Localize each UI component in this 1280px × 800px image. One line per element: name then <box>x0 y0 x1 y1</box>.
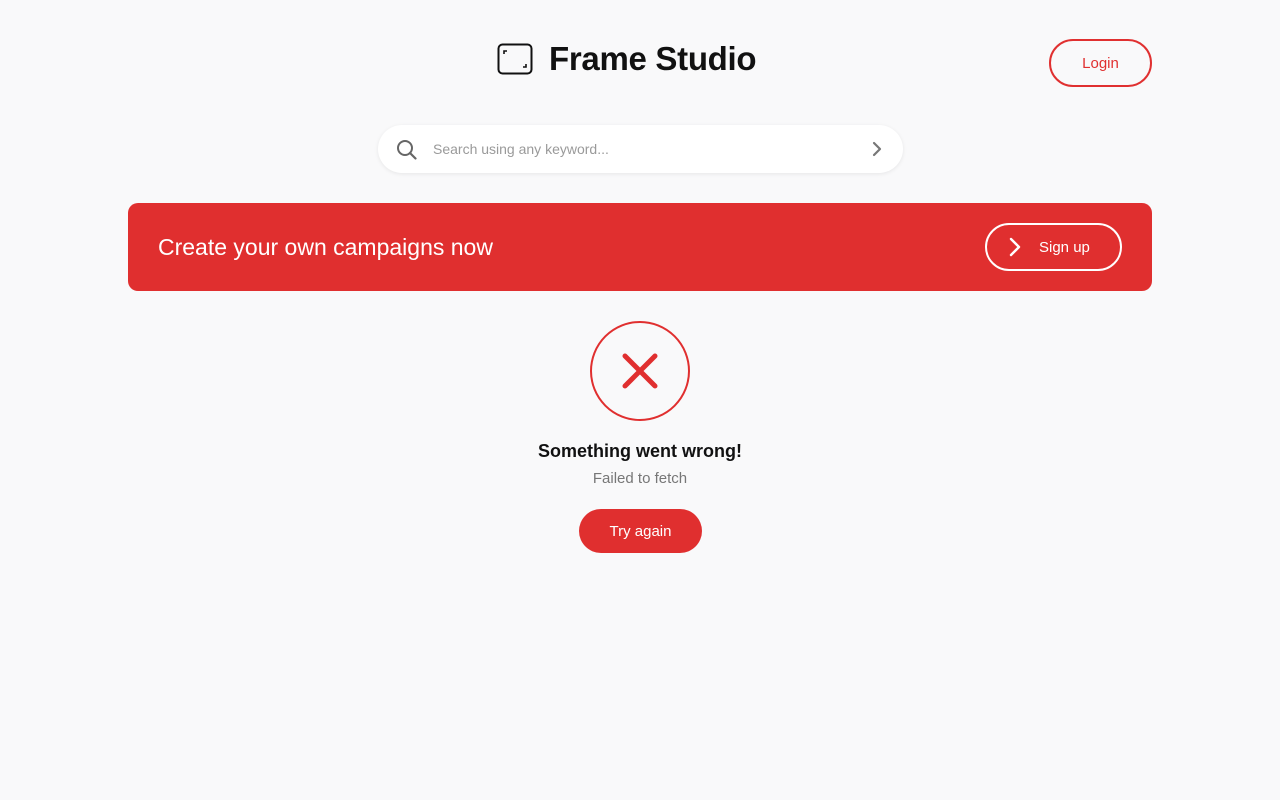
search-icon <box>397 140 417 160</box>
chevron-right-icon <box>1009 237 1021 257</box>
error-x-icon <box>622 353 658 389</box>
error-title: Something went wrong! <box>538 441 742 461</box>
signup-button[interactable]: Sign up <box>985 223 1122 271</box>
page: Frame Studio Login Create your own campa… <box>0 0 1280 800</box>
error-indicator <box>590 321 690 421</box>
banner-text: Create your own campaigns now <box>158 234 493 260</box>
search-bar <box>378 125 903 173</box>
chevron-right-icon[interactable] <box>867 139 887 159</box>
promo-banner: Create your own campaigns now Sign up <box>128 203 1152 291</box>
brand-name: Frame Studio <box>549 40 757 77</box>
try-again-button[interactable]: Try again <box>579 509 702 553</box>
login-button[interactable]: Login <box>1049 39 1152 87</box>
signup-label: Sign up <box>1039 238 1090 256</box>
brand-logo[interactable]: Frame Studio <box>497 40 757 78</box>
frame-icon <box>497 43 533 75</box>
search-input[interactable] <box>433 125 843 173</box>
error-message: Failed to fetch <box>592 470 688 487</box>
